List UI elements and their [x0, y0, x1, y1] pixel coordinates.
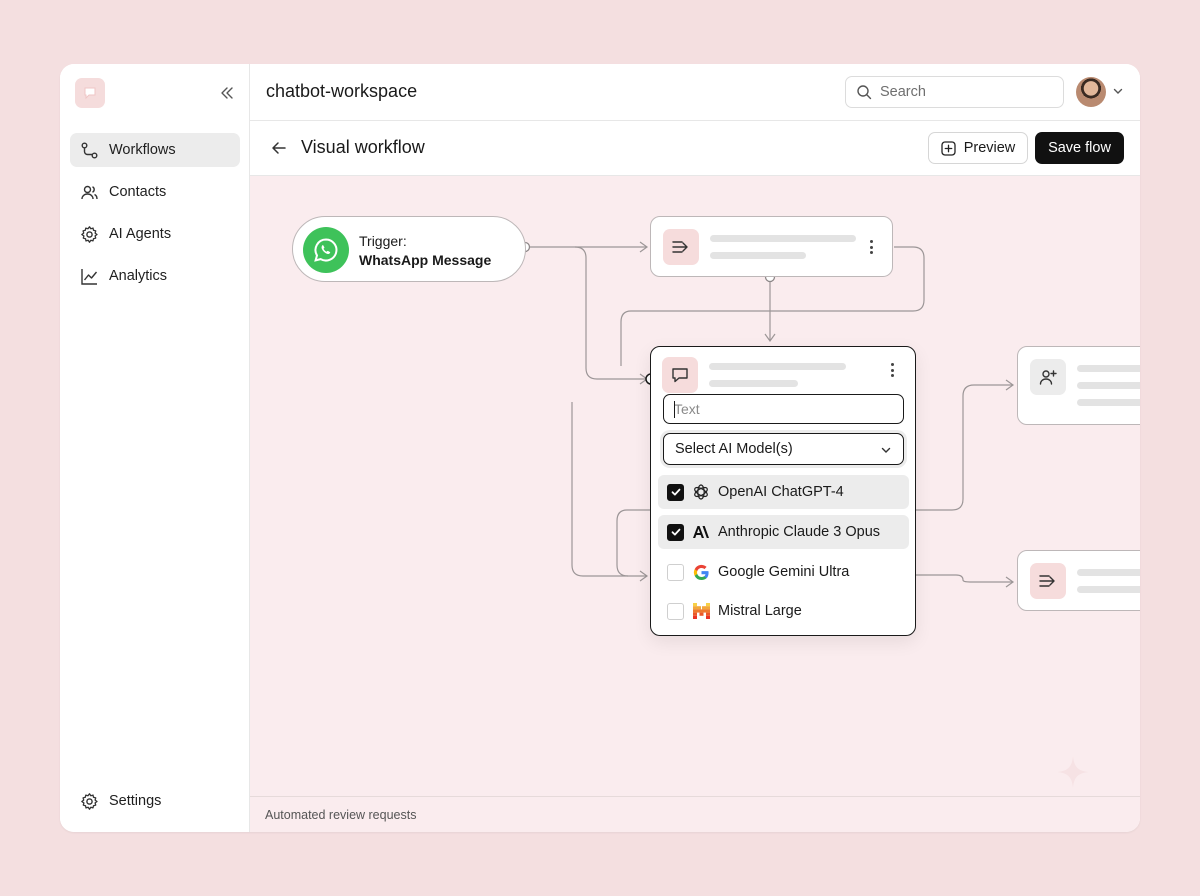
skeleton-line — [1077, 365, 1140, 372]
checkbox-unchecked[interactable] — [667, 602, 684, 620]
sidebar-item-label: Contacts — [109, 184, 167, 200]
add-user-icon — [1030, 359, 1066, 395]
search-input[interactable]: Search — [845, 76, 1064, 108]
sidebar-item-settings[interactable]: Settings — [70, 784, 240, 818]
sidebar-item-analytics[interactable]: Analytics — [70, 259, 240, 293]
footer-text: Automated review requests — [265, 808, 417, 822]
trigger-line1: Trigger: — [359, 233, 407, 249]
ai-model-select[interactable]: Select AI Model(s) — [663, 433, 904, 465]
workspace-title: chatbot-workspace — [266, 81, 418, 101]
model-label: Google Gemini Ultra — [718, 564, 850, 580]
text-placeholder: Text — [674, 401, 700, 417]
top-bar: chatbot-workspace Search — [250, 64, 1140, 121]
skeleton-line — [709, 380, 798, 387]
send-lines-icon — [663, 229, 699, 265]
sidebar-item-contacts[interactable]: Contacts — [70, 175, 240, 209]
mistral-icon — [692, 602, 710, 620]
status-footer: Automated review requests — [250, 796, 1140, 832]
model-label: Mistral Large — [718, 603, 802, 619]
sidebar-item-label: Workflows — [109, 142, 176, 158]
skeleton-line — [709, 363, 846, 370]
ai-message-node[interactable]: Text Select AI Model(s) OpenAI ChatGPT-4 — [650, 346, 916, 636]
skeleton-line — [1077, 382, 1140, 389]
back-arrow-icon[interactable] — [270, 139, 288, 157]
openai-icon — [692, 483, 710, 501]
gear-icon — [81, 225, 98, 243]
collapse-sidebar-icon[interactable] — [218, 84, 236, 102]
users-icon — [81, 185, 98, 199]
skeleton-line — [1077, 586, 1140, 593]
model-option-openai[interactable]: OpenAI ChatGPT-4 — [658, 475, 909, 509]
sidebar-item-ai-agents[interactable]: AI Agents — [70, 217, 240, 251]
search-placeholder: Search — [880, 84, 926, 100]
sidebar-item-label: Analytics — [109, 268, 168, 284]
avatar[interactable] — [1076, 77, 1106, 107]
preview-button[interactable]: Preview — [928, 132, 1028, 164]
sidebar-item-workflows[interactable]: Workflows — [70, 133, 240, 167]
anthropic-icon — [692, 523, 710, 541]
preview-label: Preview — [963, 140, 1016, 156]
page-title: Visual workflow — [301, 137, 425, 157]
send-lines-icon — [1030, 563, 1066, 599]
chart-icon — [81, 268, 98, 285]
search-icon — [857, 85, 872, 100]
skeleton-line — [1077, 569, 1140, 576]
plus-square-icon — [941, 140, 956, 156]
sparkle-icon — [1057, 756, 1089, 788]
model-option-google[interactable]: Google Gemini Ultra — [658, 555, 909, 589]
workflow-canvas[interactable]: Trigger: WhatsApp Message Text Select AI… — [250, 176, 1140, 796]
page-header: Visual workflow Preview Save flow — [250, 121, 1140, 176]
settings-icon — [81, 792, 98, 810]
google-icon — [692, 563, 710, 581]
trigger-line2: WhatsApp Message — [359, 252, 492, 268]
whatsapp-icon — [303, 227, 349, 273]
skeleton-line — [710, 235, 856, 242]
app-window: Workflows Contacts AI Agents Analytics S… — [60, 64, 1140, 832]
message-node[interactable] — [650, 216, 893, 277]
trigger-label: Trigger: WhatsApp Message — [359, 232, 491, 270]
chevron-down-icon — [881, 447, 891, 453]
skeleton-line — [710, 252, 806, 259]
workflow-icon — [81, 142, 98, 158]
settings-label: Settings — [109, 793, 162, 809]
trigger-node[interactable]: Trigger: WhatsApp Message — [292, 216, 526, 282]
chat-bubble-icon — [662, 357, 698, 393]
checkbox-unchecked[interactable] — [667, 563, 684, 581]
checkbox-checked[interactable] — [667, 483, 684, 501]
sidebar: Workflows Contacts AI Agents Analytics S… — [60, 64, 250, 832]
save-flow-button[interactable]: Save flow — [1035, 132, 1124, 164]
more-options-icon[interactable] — [891, 363, 895, 380]
model-option-anthropic[interactable]: Anthropic Claude 3 Opus — [658, 515, 909, 549]
skeleton-line — [1077, 399, 1140, 406]
select-label: Select AI Model(s) — [675, 441, 793, 457]
text-field[interactable]: Text — [663, 394, 904, 424]
checkbox-checked[interactable] — [667, 523, 684, 541]
more-options-icon[interactable] — [870, 240, 874, 257]
model-label: OpenAI ChatGPT-4 — [718, 484, 844, 500]
model-label: Anthropic Claude 3 Opus — [718, 524, 881, 540]
chevron-down-icon[interactable] — [1112, 85, 1124, 97]
chat-logo-icon — [84, 87, 96, 100]
model-option-mistral[interactable]: Mistral Large — [658, 594, 909, 628]
app-logo[interactable] — [75, 78, 105, 108]
contact-node[interactable] — [1017, 346, 1140, 425]
sidebar-item-label: AI Agents — [109, 226, 172, 242]
message-node-2[interactable] — [1017, 550, 1140, 611]
